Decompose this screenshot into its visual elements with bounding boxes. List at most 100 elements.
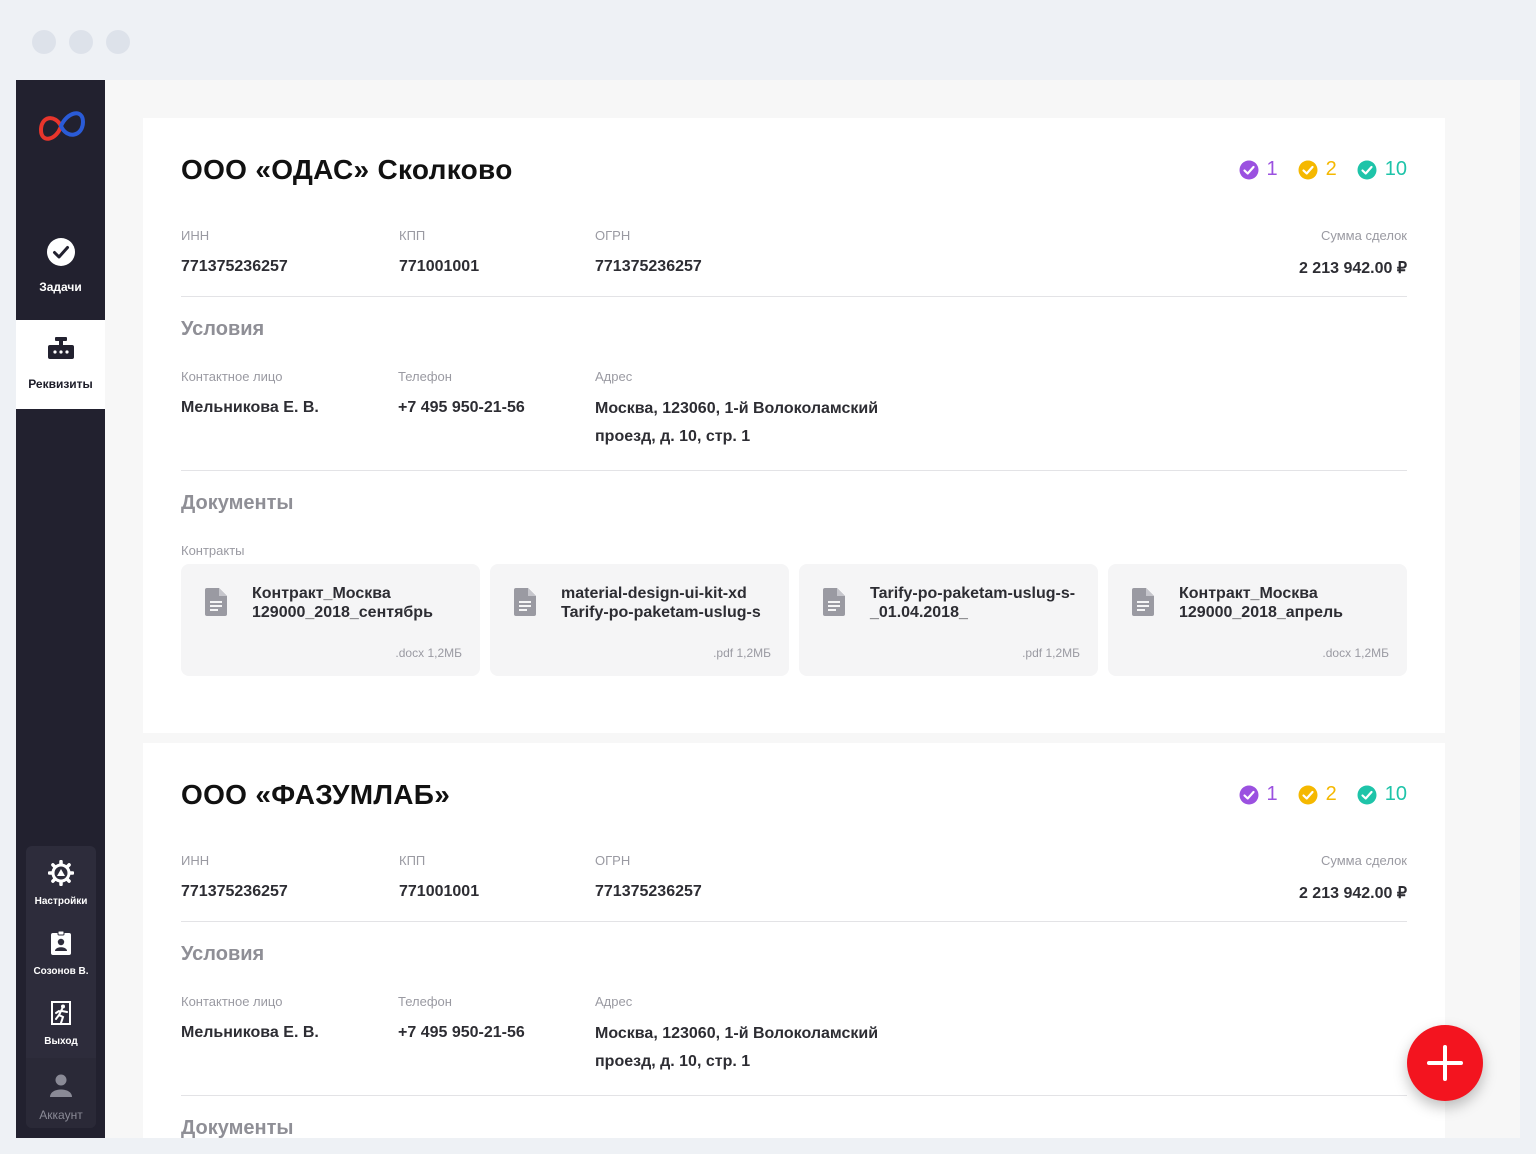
company-name: ООО «ОДАС» Сколково bbox=[181, 154, 513, 185]
kpp-value: 771001001 bbox=[399, 258, 480, 275]
document-meta: .docx 1,2МБ bbox=[1322, 646, 1389, 660]
check-circle-icon bbox=[1239, 785, 1258, 804]
document-name: Контракт_Москва 129000_2018_апрель bbox=[1179, 585, 1344, 621]
nav-item-label: Реквизиты bbox=[28, 377, 93, 391]
status-badge-yellow: 2 bbox=[1298, 158, 1337, 181]
phone-label: Телефон bbox=[398, 369, 452, 384]
sidebar-bottom-group: Настройки Созонов В. Выход Аккаунт bbox=[26, 846, 96, 1128]
divider bbox=[181, 921, 1407, 922]
inn-label: ИНН bbox=[181, 228, 210, 243]
badge-count: 2 bbox=[1325, 158, 1337, 180]
sum-value: 2 213 942.00 ₽ bbox=[1298, 260, 1407, 277]
contact-value: Мельникова Е. В. bbox=[181, 399, 319, 416]
check-circle-icon bbox=[1298, 160, 1318, 179]
status-badge-purple: 1 bbox=[1239, 783, 1278, 806]
sum-label: Сумма сделок bbox=[1321, 228, 1407, 243]
document-name: Контракт_Москва 129000_2018_сентябрь bbox=[252, 585, 433, 621]
inn-value: 771375236257 bbox=[181, 258, 288, 275]
kpp-label: КПП bbox=[399, 228, 426, 243]
document-card[interactable]: material-design-ui-kit-xd Tarify-po-pake… bbox=[490, 564, 789, 676]
badge-count: 10 bbox=[1384, 783, 1407, 805]
add-button[interactable] bbox=[1407, 1025, 1483, 1101]
document-card[interactable]: Контракт_Москва 129000_2018_сентябрь .do… bbox=[181, 564, 480, 676]
address-value: Москва, 123060, 1-й Волоколамский проезд… bbox=[595, 1025, 879, 1070]
divider bbox=[181, 470, 1407, 471]
ogrn-value: 771375236257 bbox=[595, 883, 702, 900]
badge-count: 10 bbox=[1384, 158, 1407, 180]
check-circle-icon bbox=[1239, 160, 1258, 179]
browser-window: Задачи Реквизиты Настройки Созонов В. Вы… bbox=[0, 0, 1536, 1154]
status-badges: 1 2 10 bbox=[1239, 783, 1407, 806]
ogrn-value: 771375236257 bbox=[595, 258, 702, 275]
nav-item-logout[interactable]: Выход bbox=[26, 986, 96, 1056]
status-badge-yellow: 2 bbox=[1298, 783, 1337, 806]
sum-value: 2 213 942.00 ₽ bbox=[1298, 885, 1407, 902]
contact-label: Контактное лицо bbox=[181, 994, 283, 1009]
nav-item-settings[interactable]: Настройки bbox=[26, 846, 96, 916]
nav-item-requisites[interactable]: Реквизиты bbox=[16, 320, 105, 409]
exit-icon bbox=[51, 1001, 71, 1025]
sum-label: Сумма сделок bbox=[1321, 853, 1407, 868]
window-dot bbox=[69, 30, 93, 54]
status-badge-teal: 10 bbox=[1357, 158, 1407, 181]
window-dot bbox=[106, 30, 130, 54]
company-card: ООО «ФАЗУМЛАБ» 1 2 10 ИНН КПП ОГРН Сумма… bbox=[143, 743, 1445, 1138]
id-badge-icon bbox=[51, 930, 71, 955]
nav-item-account[interactable]: Аккаунт bbox=[26, 1058, 96, 1128]
file-icon bbox=[205, 588, 227, 616]
user-icon bbox=[50, 1074, 72, 1097]
file-icon bbox=[823, 588, 845, 616]
documents-heading: Документы bbox=[181, 492, 294, 514]
file-icon bbox=[514, 588, 536, 616]
window-dot bbox=[32, 30, 56, 54]
status-badge-teal: 10 bbox=[1357, 783, 1407, 806]
documents-heading: Документы bbox=[181, 1117, 294, 1138]
check-circle-icon bbox=[1298, 785, 1318, 804]
contact-value: Мельникова Е. В. bbox=[181, 1024, 319, 1041]
contact-label: Контактное лицо bbox=[181, 369, 283, 384]
nav-item-label: Выход bbox=[44, 1036, 78, 1047]
conditions-heading: Условия bbox=[181, 318, 265, 340]
logo-icon[interactable] bbox=[33, 104, 89, 148]
address-label: Адрес bbox=[595, 994, 633, 1009]
requisites-icon bbox=[48, 337, 74, 359]
inn-value: 771375236257 bbox=[181, 883, 288, 900]
kpp-label: КПП bbox=[399, 853, 426, 868]
nav-item-profile[interactable]: Созонов В. bbox=[26, 916, 96, 986]
nav-item-label: Созонов В. bbox=[33, 966, 89, 977]
document-name: material-design-ui-kit-xd Tarify-po-pake… bbox=[561, 585, 761, 621]
contracts-label: Контракты bbox=[181, 543, 245, 558]
company-card: ООО «ОДАС» Сколково 1 2 10 ИНН КПП ОГРН … bbox=[143, 118, 1445, 733]
file-icon bbox=[1132, 588, 1154, 616]
company-name: ООО «ФАЗУМЛАБ» bbox=[181, 779, 451, 810]
status-badge-purple: 1 bbox=[1239, 158, 1278, 181]
document-meta: .pdf 1,2МБ bbox=[713, 646, 771, 660]
document-card[interactable]: Tarify-po-paketam-uslug-s-_01.04.2018_ .… bbox=[799, 564, 1098, 676]
badge-count: 1 bbox=[1266, 783, 1278, 805]
gear-icon bbox=[48, 860, 74, 886]
check-circle-icon bbox=[47, 238, 75, 266]
address-value: Москва, 123060, 1-й Волоколамский проезд… bbox=[595, 400, 879, 445]
app-viewport: Задачи Реквизиты Настройки Созонов В. Вы… bbox=[16, 80, 1520, 1138]
badge-count: 2 bbox=[1325, 783, 1337, 805]
phone-value: +7 495 950-21-56 bbox=[398, 399, 525, 416]
phone-label: Телефон bbox=[398, 994, 452, 1009]
inn-label: ИНН bbox=[181, 853, 210, 868]
divider bbox=[181, 296, 1407, 297]
conditions-heading: Условия bbox=[181, 943, 265, 965]
check-circle-icon bbox=[1357, 160, 1377, 179]
nav-item-tasks[interactable]: Задачи bbox=[16, 223, 105, 312]
document-meta: .pdf 1,2МБ bbox=[1022, 646, 1080, 660]
nav-item-label: Аккаунт bbox=[39, 1108, 83, 1122]
ogrn-label: ОГРН bbox=[595, 853, 631, 868]
divider bbox=[181, 1095, 1407, 1096]
check-circle-icon bbox=[1357, 785, 1377, 804]
nav-item-label: Задачи bbox=[39, 280, 82, 294]
badge-count: 1 bbox=[1266, 158, 1278, 180]
document-card[interactable]: Контракт_Москва 129000_2018_апрель .docx… bbox=[1108, 564, 1407, 676]
kpp-value: 771001001 bbox=[399, 883, 480, 900]
ogrn-label: ОГРН bbox=[595, 228, 631, 243]
address-label: Адрес bbox=[595, 369, 633, 384]
phone-value: +7 495 950-21-56 bbox=[398, 1024, 525, 1041]
sidebar: Задачи Реквизиты Настройки Созонов В. Вы… bbox=[16, 80, 105, 1138]
